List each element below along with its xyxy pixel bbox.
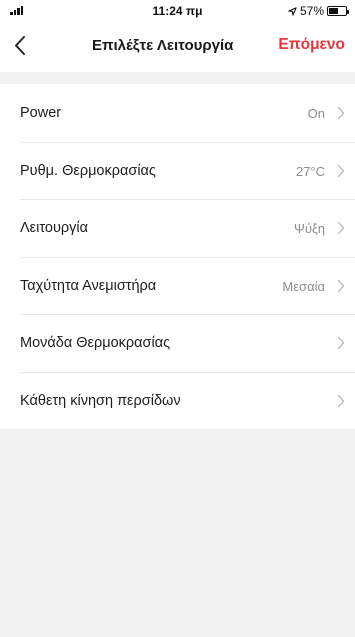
location-arrow-icon xyxy=(288,6,297,16)
back-button[interactable] xyxy=(10,32,36,60)
setting-label: Ρυθμ. Θερμοκρασίας xyxy=(20,162,156,179)
next-button[interactable]: Επόμενο xyxy=(278,36,345,54)
setting-label: Power xyxy=(20,105,62,121)
chevron-right-icon xyxy=(337,164,345,177)
setting-row-power[interactable]: Power On xyxy=(0,84,355,142)
setting-label: Λειτουργία xyxy=(20,220,88,236)
chevron-right-icon xyxy=(337,394,345,407)
setting-label: Κάθετη κίνηση περσίδων xyxy=(20,392,181,409)
setting-row-fan-speed[interactable]: Ταχύτητα Ανεμιστήρα Μεσαία xyxy=(0,256,355,315)
section-spacer xyxy=(0,72,355,84)
battery-fill xyxy=(329,8,338,14)
battery-icon xyxy=(327,6,349,16)
page-title: Επιλέξτε Λειτουργία xyxy=(92,37,234,54)
chevron-right-icon xyxy=(337,336,345,350)
setting-row-mode[interactable]: Λειτουργία Ψύξη xyxy=(0,199,355,257)
chevron-right-icon xyxy=(337,221,345,235)
navigation-bar: Επιλέξτε Λειτουργία Επόμενο xyxy=(0,22,355,72)
empty-background xyxy=(0,429,355,637)
setting-row-vertical-swing[interactable]: Κάθετη κίνηση περσίδων xyxy=(0,371,355,430)
setting-label: Ταχύτητα Ανεμιστήρα xyxy=(20,277,157,294)
setting-value: 27°C xyxy=(295,163,325,179)
status-bar: 11:24 πμ 57% xyxy=(0,0,355,22)
chevron-left-icon xyxy=(15,36,25,55)
battery-percentage: 57% xyxy=(299,4,324,18)
setting-label: Μονάδα Θερμοκρασίας xyxy=(20,335,171,351)
setting-row-temperature[interactable]: Ρυθμ. Θερμοκρασίας 27°C xyxy=(0,141,355,200)
chevron-right-icon xyxy=(337,106,345,120)
settings-list: Power On Ρυθμ. Θερμοκρασίας 27°C Λειτουρ… xyxy=(0,84,355,429)
setting-row-temperature-unit[interactable]: Μονάδα Θερμοκρασίας xyxy=(0,314,355,372)
setting-value: Μεσαία xyxy=(282,278,325,294)
setting-value: Ψύξη xyxy=(293,221,325,236)
setting-value: On xyxy=(307,106,325,121)
chevron-right-icon xyxy=(337,279,345,292)
